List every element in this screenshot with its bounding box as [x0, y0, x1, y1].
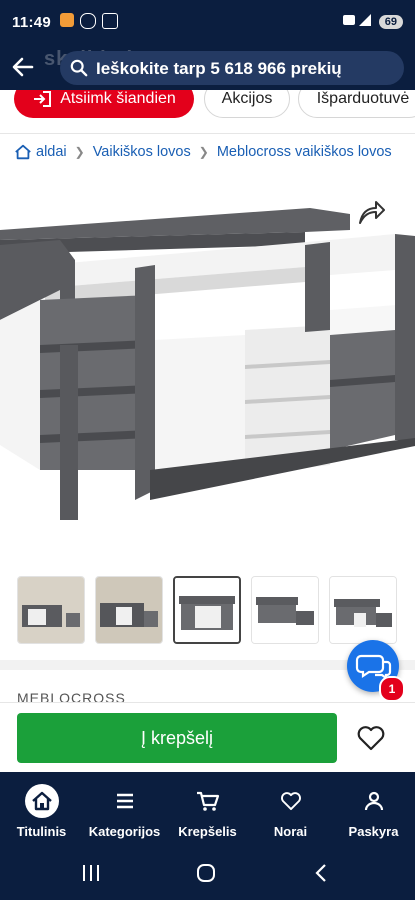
recent-apps-icon[interactable]: [79, 862, 103, 884]
phone-notification-icon: [80, 13, 96, 29]
bed-illustration: [0, 208, 415, 520]
back-nav-icon[interactable]: [310, 862, 334, 884]
status-bar: 11:49 69: [0, 0, 415, 46]
thumbnail-5[interactable]: [329, 576, 397, 644]
home-icon[interactable]: [14, 143, 32, 161]
nav-wishlist[interactable]: Norai: [249, 772, 332, 846]
home-button-icon[interactable]: [194, 862, 218, 884]
chip-clearance[interactable]: Išparduotuvė: [298, 90, 415, 118]
bottom-navigation: Titulinis Kategorijos Krepšelis Norai Pa…: [0, 772, 415, 846]
chip-label: Akcijos: [221, 90, 273, 107]
thumbnail-image: [175, 578, 239, 642]
thumbnail-image: [96, 577, 162, 643]
breadcrumb-item[interactable]: Meblocross vaikiškos lovos: [217, 144, 392, 160]
nav-label: Norai: [273, 824, 308, 839]
battery-level: 69: [378, 14, 403, 29]
notification-icons: [60, 13, 118, 29]
nav-label: Titulinis: [16, 824, 67, 839]
system-navigation-bar: [0, 846, 415, 900]
pickup-icon: [34, 91, 52, 107]
chevron-right-icon: ❯: [74, 145, 85, 159]
breadcrumb-item[interactable]: Vaikiškos lovos: [93, 144, 191, 160]
thumbnail-1[interactable]: [17, 576, 85, 644]
thumbnail-3-selected[interactable]: [173, 576, 241, 644]
app-notification-icon: [60, 13, 74, 27]
back-button[interactable]: [10, 54, 40, 82]
heart-icon: [274, 784, 308, 818]
thumbnail-image: [252, 577, 318, 643]
message-notification-icon: [102, 13, 118, 29]
chip-label: Išparduotuvė: [316, 90, 410, 107]
product-main-image[interactable]: [0, 170, 415, 565]
nav-label: Kategorijos: [88, 824, 161, 839]
thumbnail-image: [18, 577, 84, 643]
nav-account[interactable]: Paskyra: [332, 772, 415, 846]
nav-label: Paskyra: [348, 824, 399, 839]
nav-cart[interactable]: Krepšelis: [166, 772, 249, 846]
user-icon: [357, 784, 391, 818]
heart-icon[interactable]: [356, 723, 386, 753]
chip-promotions[interactable]: Akcijos: [204, 90, 290, 118]
thumbnail-image: [330, 577, 396, 643]
cart-action-bar: Į krepšelį: [0, 702, 415, 773]
chevron-right-icon: ❯: [198, 145, 209, 159]
breadcrumb: aldai ❯ Vaikiškos lovos ❯ Meblocross vai…: [0, 133, 415, 171]
back-arrow-icon: [12, 57, 34, 77]
add-to-cart-button[interactable]: Į krepšelį: [17, 713, 337, 763]
home-icon: [24, 784, 59, 818]
signal-icon: [342, 13, 373, 30]
status-time: 11:49: [12, 14, 52, 31]
nav-label: Krepšelis: [178, 824, 237, 839]
share-icon[interactable]: [356, 198, 386, 228]
status-right: 69: [342, 13, 403, 30]
app-header: skelbiu.lt Ieškokite tarp 5 618 966 prek…: [0, 46, 415, 90]
thumbnail-4[interactable]: [251, 576, 319, 644]
chip-pickup-today[interactable]: Atsiimk šiandien: [14, 90, 194, 118]
breadcrumb-item[interactable]: aldai: [36, 144, 67, 160]
quick-filter-chips: Atsiimk šiandien Akcijos Išparduotuvė: [0, 90, 415, 126]
chip-label: Atsiimk šiandien: [60, 90, 176, 107]
image-thumbnails: [0, 576, 415, 646]
thumbnail-2[interactable]: [95, 576, 163, 644]
menu-icon: [108, 784, 142, 818]
search-placeholder: Ieškokite tarp 5 618 966 prekių: [96, 59, 342, 78]
nav-categories[interactable]: Kategorijos: [83, 772, 166, 846]
nav-home[interactable]: Titulinis: [0, 772, 83, 846]
search-input[interactable]: Ieškokite tarp 5 618 966 prekių: [60, 51, 404, 85]
chat-unread-badge: 1: [379, 676, 405, 702]
search-icon: [70, 59, 88, 77]
cart-icon: [191, 784, 225, 818]
